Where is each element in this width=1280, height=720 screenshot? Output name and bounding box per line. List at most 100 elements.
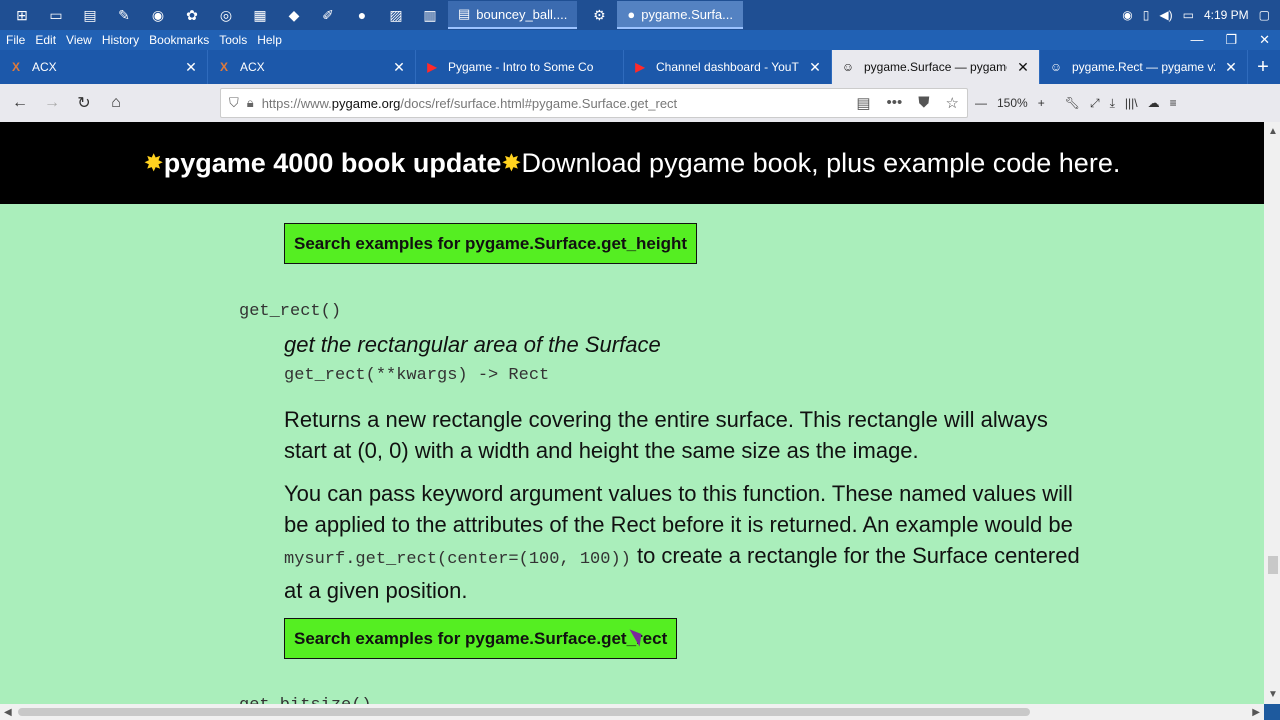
vertical-scroll-thumb[interactable] <box>1268 556 1278 574</box>
call-signature: get_rect(**kwargs) -> Rect <box>284 366 550 385</box>
url-bar[interactable]: ⛉ 🔒︎ https://www. pygame.org/docs/ref/sur… <box>220 88 968 118</box>
youtube-favicon-icon: ▶ <box>427 60 437 74</box>
notification-icon[interactable]: ▢ <box>1259 8 1270 22</box>
search-examples-get-height-button[interactable]: Search examples for pygame.Surface.get_h… <box>284 223 698 264</box>
zoom-controls: — 150% + 🔧︎ ⤢ ⤓ |||\ ☁ ≡ <box>975 84 1177 122</box>
menu-help[interactable]: Help <box>253 33 286 47</box>
tab-label: Channel dashboard - YouTu <box>656 60 799 74</box>
lock-icon[interactable]: 🔒︎ <box>247 95 254 111</box>
tab-pygame-surface[interactable]: ☺ pygame.Surface — pygame ✕ <box>832 50 1040 84</box>
extension-icon[interactable]: ☁ <box>1148 96 1160 110</box>
taskbar-task-bouncey-ball[interactable]: ▤ bouncey_ball.... <box>448 1 578 29</box>
youtube-favicon-icon: ▶ <box>635 60 645 74</box>
menu-history[interactable]: History <box>98 33 143 47</box>
restore-icon[interactable]: ❐ <box>1225 32 1237 48</box>
new-tab-button[interactable]: + <box>1248 50 1278 84</box>
taskbar-task-pygame-surface[interactable]: ● pygame.Surfa... <box>617 1 744 29</box>
editor-icon[interactable]: ✎ <box>112 5 136 25</box>
firefox-icon[interactable]: ● <box>350 5 374 25</box>
fullscreen-icon[interactable]: ⤢ <box>1090 96 1100 111</box>
close-tab-icon[interactable]: ✕ <box>391 59 407 76</box>
zoom-out-icon[interactable]: — <box>975 96 987 110</box>
shield-icon[interactable]: ⛉ <box>229 95 239 111</box>
vertical-scrollbar[interactable]: ▲ ▼ <box>1264 122 1280 704</box>
search-examples-get-rect-button[interactable]: Search examples for pygame.Surface.get_r… <box>284 618 678 659</box>
menu-file[interactable]: File <box>2 33 29 47</box>
pocket-icon[interactable]: ⛊ <box>918 94 929 112</box>
keyboard-icon[interactable]: ▭ <box>1183 8 1194 22</box>
hamburger-menu-icon[interactable]: ≡ <box>1170 96 1177 110</box>
url-host: pygame.org <box>331 95 401 111</box>
library-icon[interactable]: |||\ <box>1125 96 1138 110</box>
clock[interactable]: 4:19 PM <box>1204 8 1249 22</box>
tool-icon[interactable]: ◆ <box>282 5 306 25</box>
firefox-icon: ● <box>627 6 636 22</box>
menu-edit[interactable]: Edit <box>31 33 60 47</box>
tab-bar: X ACX ✕ X ACX ✕ ▶ Pygame - Intro to Some… <box>0 50 1280 84</box>
notepad-icon[interactable]: ▤ <box>78 5 102 25</box>
close-tab-icon[interactable]: ✕ <box>183 59 199 76</box>
scroll-left-icon[interactable]: ◀ <box>4 707 12 718</box>
code-example: mysurf.get_rect(center=(100, 100)) <box>284 550 631 569</box>
tab-pygame-intro[interactable]: ▶ Pygame - Intro to Some Co <box>416 50 624 84</box>
tab-label: ACX <box>32 60 57 74</box>
calculator-icon[interactable]: ▦ <box>248 5 272 25</box>
scroll-down-icon[interactable]: ▼ <box>1268 689 1278 700</box>
paint-icon[interactable]: ✿ <box>180 5 204 25</box>
bookmark-star-icon[interactable]: ☆ <box>946 94 959 112</box>
menu-bookmarks[interactable]: Bookmarks <box>145 33 213 47</box>
page-viewport: ✸ pygame 4000 book update ✸ Download pygame… <box>0 122 1264 704</box>
brush-icon[interactable]: ✐ <box>316 5 340 25</box>
file-explorer-icon[interactable]: ▭ <box>44 5 68 25</box>
network-icon[interactable]: ▨ <box>384 5 408 25</box>
windows-taskbar: ⊞ ▭ ▤ ✎ ◉ ✿ ◎ ▦ ◆ ✐ ● ▨ ▥ ▤ bouncey_ball… <box>0 0 1280 30</box>
document-icon[interactable]: ▥ <box>418 5 442 25</box>
zoom-in-icon[interactable]: + <box>1038 96 1045 110</box>
scroll-right-icon[interactable]: ▶ <box>1252 707 1260 718</box>
device-icon[interactable]: ▯ <box>1143 8 1150 22</box>
tab-acx-2[interactable]: X ACX ✕ <box>208 50 416 84</box>
minimize-icon[interactable]: — <box>1190 32 1203 48</box>
chrome-icon[interactable]: ◎ <box>214 5 238 25</box>
next-method-signature: get_bitsize() <box>239 696 372 704</box>
close-window-icon[interactable]: ✕ <box>1259 32 1270 48</box>
home-icon[interactable]: ⌂ <box>100 87 132 119</box>
app-icon[interactable]: ◉ <box>146 5 170 25</box>
forward-icon[interactable]: → <box>36 87 68 119</box>
close-tab-icon[interactable]: ✕ <box>1223 59 1239 76</box>
windows-start-icon[interactable]: ⊞ <box>10 5 34 25</box>
horizontal-scrollbar[interactable]: ◀ ▶ <box>0 704 1264 720</box>
method-summary: get the rectangular area of the Surface <box>284 332 661 357</box>
reader-view-icon[interactable]: ▤ <box>856 94 870 112</box>
tab-pygame-rect[interactable]: ☺ pygame.Rect — pygame v2 ✕ <box>1040 50 1248 84</box>
paragraph-text: You can pass keyword argument values to … <box>284 481 1073 537</box>
menu-view[interactable]: View <box>62 33 96 47</box>
banner-link[interactable]: Download pygame book, plus example code … <box>521 148 1120 179</box>
close-tab-icon[interactable]: ✕ <box>807 59 823 76</box>
record-icon[interactable]: ◉ <box>1122 8 1132 22</box>
volume-icon[interactable]: ◀) <box>1159 8 1172 22</box>
close-tab-icon[interactable]: ✕ <box>1015 59 1031 76</box>
book-update-banner[interactable]: ✸ pygame 4000 book update ✸ Download pygame… <box>0 122 1264 204</box>
tab-acx-1[interactable]: X ACX ✕ <box>0 50 208 84</box>
banner-title[interactable]: pygame 4000 book update <box>164 148 502 179</box>
acx-favicon-icon: X <box>11 60 20 74</box>
page-actions-icon[interactable]: ••• <box>887 94 903 112</box>
download-icon[interactable]: ⤓ <box>1110 96 1115 111</box>
url-prefix: https://www. <box>261 95 332 111</box>
scroll-up-icon[interactable]: ▲ <box>1268 126 1278 137</box>
tab-channel-dashboard[interactable]: ▶ Channel dashboard - YouTu ✕ <box>624 50 832 84</box>
system-tray: ◉ ▯ ◀) ▭ 4:19 PM ▢ <box>1122 0 1270 30</box>
menu-tools[interactable]: Tools <box>215 33 251 47</box>
notepad-icon: ▤ <box>458 6 471 21</box>
menu-bar: File Edit View History Bookmarks Tools H… <box>0 30 1280 50</box>
description-paragraph-1: Returns a new rectangle covering the ent… <box>284 407 1048 463</box>
description-paragraph-2: You can pass keyword argument values to … <box>284 478 1084 606</box>
task-label: bouncey_ball.... <box>476 6 568 22</box>
python-icon[interactable]: ⚙ <box>587 5 611 25</box>
horizontal-scroll-thumb[interactable] <box>18 708 1030 716</box>
wrench-icon[interactable]: 🔧︎ <box>1065 96 1080 110</box>
back-icon[interactable]: ← <box>4 87 36 119</box>
reload-icon[interactable]: ↻ <box>68 87 100 119</box>
zoom-level[interactable]: 150% <box>997 96 1028 110</box>
